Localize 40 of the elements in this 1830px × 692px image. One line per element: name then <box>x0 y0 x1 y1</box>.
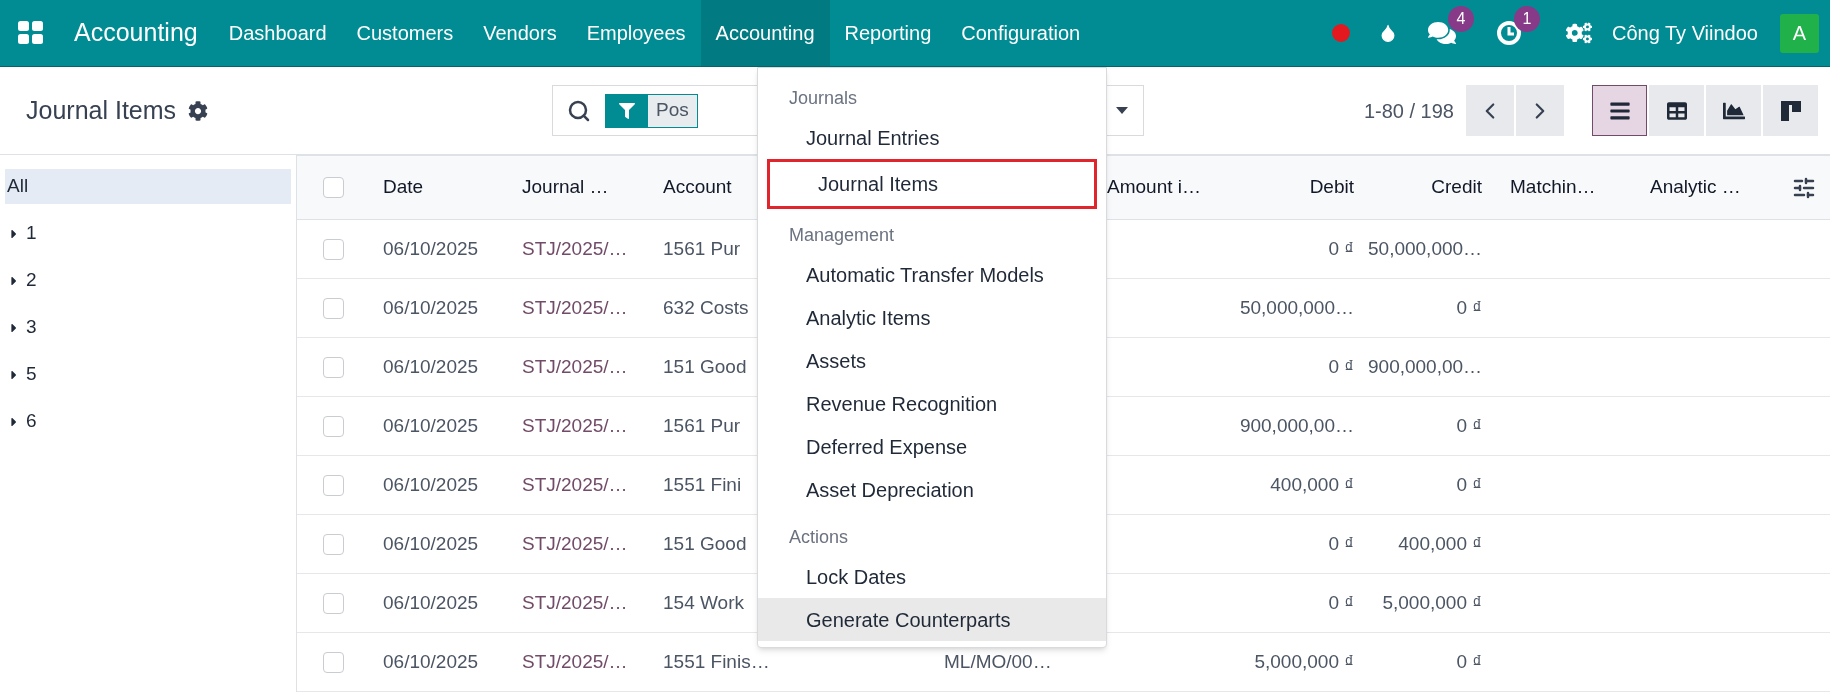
table-cell-text: 06/10/2025 <box>382 236 480 261</box>
table-cell-text: 0 ₫ <box>1327 354 1355 379</box>
table-cell-text: 151 Good <box>663 354 747 379</box>
table-cell-text: 1551 Finis… <box>663 649 770 674</box>
table-cell-text: 1561 Pur <box>663 413 741 438</box>
table-cell-text: 0 ₫ <box>1327 531 1355 556</box>
table-cell-text: 0 ₫ <box>1455 413 1483 438</box>
table-cell-text: 632 Costs <box>663 295 749 320</box>
table-cell-text: 0 ₫ <box>1455 472 1483 497</box>
notification-badge: 1 <box>1513 6 1540 32</box>
menu-section-heading: Journals <box>788 86 859 110</box>
table-cell-text: 50,000,000… <box>1238 295 1355 320</box>
table-cell-text: 900,000,00… <box>1238 413 1355 438</box>
menu-section-heading: Actions <box>788 525 850 549</box>
table-cell-text: 900,000,00… <box>1368 354 1484 379</box>
table-cell-text: 50,000,000… <box>1368 236 1484 261</box>
table-cell-text: 5,000,000 ₫ <box>1253 649 1355 674</box>
facet-label: Pos <box>655 98 690 123</box>
table-cell-text: 0 ₫ <box>1455 295 1483 320</box>
table-cell-text: 400,000 ₫ <box>1269 472 1355 497</box>
page-title: Journal Items <box>26 94 177 126</box>
table-cell-text: 0 ₫ <box>1327 590 1355 615</box>
table-cell-text: ML/MO/00… <box>943 649 1053 674</box>
table-cell-text: 5,000,000 ₫ <box>1381 590 1483 615</box>
notification-badge: 4 <box>1447 6 1474 32</box>
table-cell-text: 06/10/2025 <box>382 295 480 320</box>
table-cell-text: 1551 Fini <box>663 472 742 497</box>
table-cell-text: 06/10/2025 <box>382 649 480 674</box>
table-cell-text: 151 Good <box>663 531 747 556</box>
table-cell-text: 1561 Pur <box>663 236 741 261</box>
table-cell-text: 06/10/2025 <box>382 590 480 615</box>
table-cell-text: 154 Work <box>663 590 744 615</box>
table-cell-text: 0 ₫ <box>1327 236 1355 261</box>
menu-section-heading: Management <box>788 223 896 247</box>
table-cell-text: 06/10/2025 <box>382 531 480 556</box>
table-cell-text: 06/10/2025 <box>382 472 480 497</box>
table-cell-text: 0 ₫ <box>1455 649 1483 674</box>
table-cell-text: 06/10/2025 <box>382 354 480 379</box>
table-cell-text: 400,000 ₫ <box>1397 531 1483 556</box>
table-cell-text: 06/10/2025 <box>382 413 480 438</box>
